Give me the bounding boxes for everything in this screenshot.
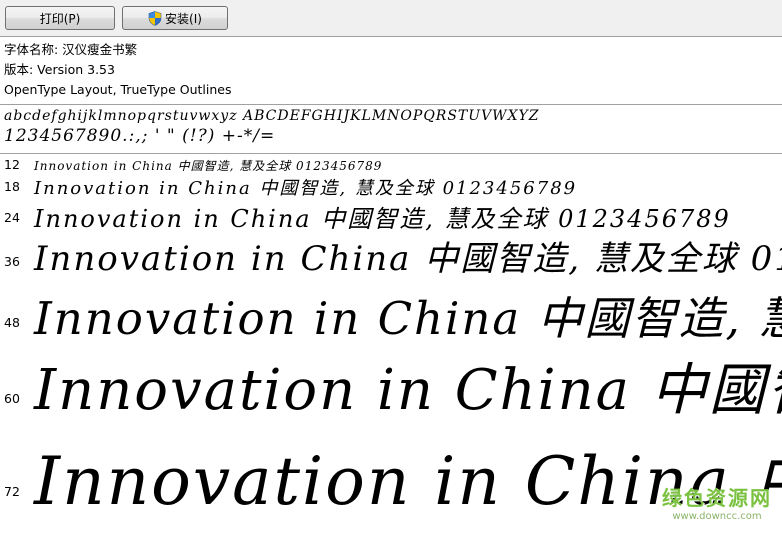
print-button-label: 打印(P) — [39, 11, 81, 26]
sample-text: Innovation in China 中國智造, 慧及全球 012345678… — [34, 292, 782, 344]
sample-row-24: 24 Innovation in China 中國智造, 慧及全球 012345… — [0, 199, 782, 235]
watermark-title: 绿色资源网 — [662, 486, 772, 510]
size-label: 18 — [4, 179, 20, 194]
sample-row-36: 36 Innovation in China 中國智造, 慧及全球 012345… — [0, 231, 782, 281]
divider — [0, 104, 782, 105]
font-version-text: 版本: Version 3.53 — [4, 62, 115, 77]
install-button[interactable]: 安装(I) — [122, 6, 228, 30]
sample-row-48: 48 Innovation in China 中國智造, 慧及全球 012345… — [0, 282, 782, 344]
install-button-label: 安装(I) — [165, 11, 202, 26]
font-outlines-text: OpenType Layout, TrueType Outlines — [4, 82, 232, 97]
toolbar: 打印(P) 安装(I) — [0, 0, 782, 37]
sample-row-60: 60 Innovation in China 中國智造, 慧及全球 012345… — [0, 345, 782, 425]
sample-row-18: 18 Innovation in China 中國智造, 慧及全球 012345… — [0, 174, 782, 201]
sample-text: Innovation in China 中國智造, 慧及全球 012345678… — [34, 159, 383, 173]
font-info: 字体名称: 汉仪瘦金书繁 版本: Version 3.53 OpenType L… — [4, 40, 231, 100]
uac-shield-icon — [148, 10, 162, 26]
sample-row-12: 12 Innovation in China 中國智造, 慧及全球 012345… — [0, 156, 782, 174]
charset-symbols: 1234567890.:,; ' " (!?) +-*/= — [4, 126, 276, 146]
sample-text: Innovation in China 中國智造, 慧及全球 012345678… — [34, 239, 782, 279]
size-label: 72 — [4, 484, 20, 499]
print-button[interactable]: 打印(P) — [5, 6, 115, 30]
sample-text: Innovation in China 中國智造, 慧及全球 012345678… — [34, 205, 731, 233]
sample-text: Innovation in China 中國智造, 慧及全球 012345678… — [34, 178, 578, 199]
size-label: 48 — [4, 315, 20, 330]
watermark-url: www.downcc.com — [672, 511, 762, 522]
size-label: 36 — [4, 254, 20, 269]
divider — [0, 153, 782, 154]
size-label: 60 — [4, 391, 20, 406]
site-watermark: 绿色资源网 www.downcc.com — [662, 482, 772, 522]
sample-text: Innovation in China 中國智造, 慧及全球 012345678… — [34, 358, 782, 423]
charset-letters: abcdefghijklmnopqrstuvwxyz ABCDEFGHIJKLM… — [4, 108, 540, 124]
size-label: 12 — [4, 157, 20, 172]
size-label: 24 — [4, 210, 20, 225]
font-name-text: 字体名称: 汉仪瘦金书繁 — [4, 42, 138, 57]
